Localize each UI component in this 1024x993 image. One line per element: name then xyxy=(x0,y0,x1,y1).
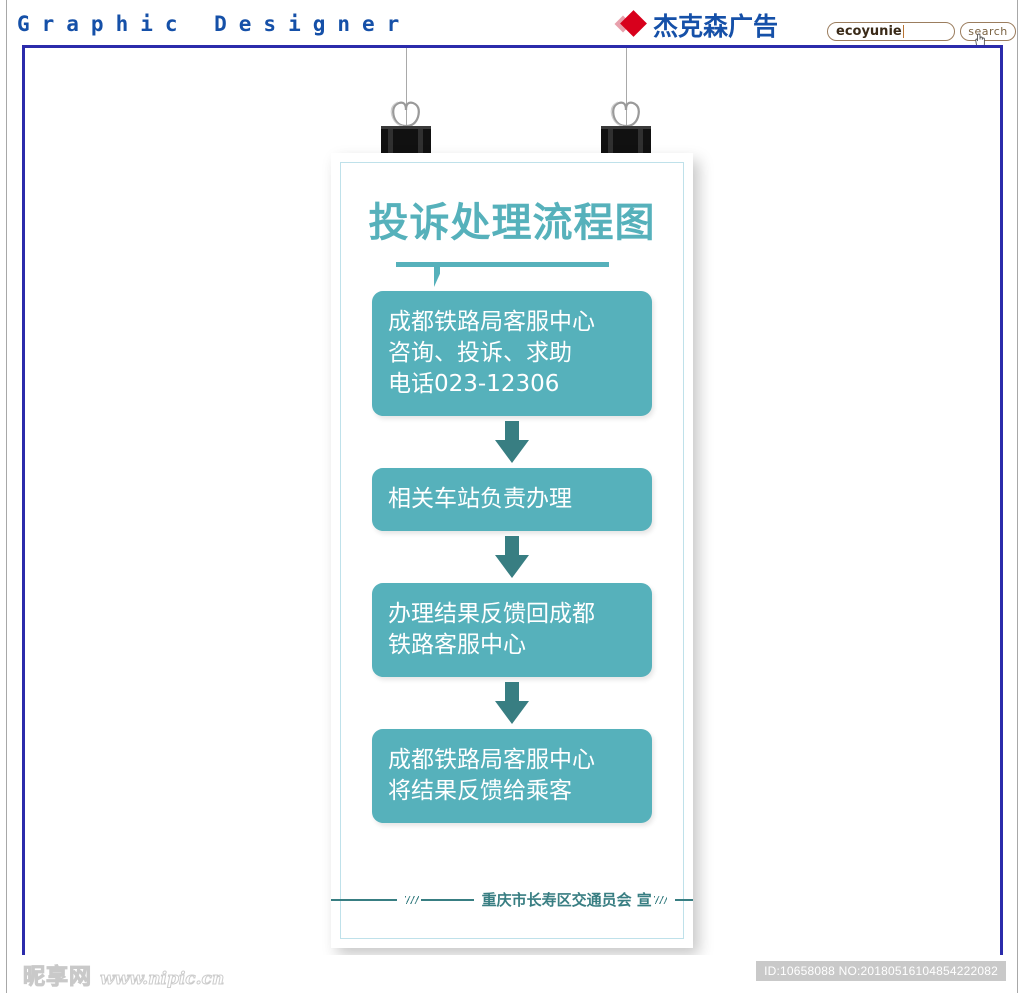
asset-id-text: ID:10658088 NO:20180516104854222082 xyxy=(764,964,998,978)
asset-id-badge: ID:10658088 NO:20180516104854222082 xyxy=(756,961,1006,981)
footer-hatch-right xyxy=(653,895,668,904)
arrow-down-icon xyxy=(495,421,529,463)
flow-step-line: 相关车站负责办理 xyxy=(388,486,572,512)
poster-title: 投诉处理流程图 xyxy=(368,200,656,246)
page-root: Graphic Designer 杰克森广告 ecoyunie search 投… xyxy=(0,0,1024,993)
flow-step-1: 成都铁路局客服中心 咨询、投诉、求助 电话023-12306 xyxy=(372,291,652,416)
flow-step-line: 将结果反馈给乘客 xyxy=(388,778,572,804)
footer-rule-left-2 xyxy=(420,898,474,901)
footer-hatch-left xyxy=(405,895,419,904)
search-button[interactable]: search xyxy=(960,22,1016,41)
site-header: Graphic Designer 杰克森广告 ecoyunie search xyxy=(7,0,1017,49)
watermark-brand: 昵享网 xyxy=(22,965,93,991)
page-gutter-left xyxy=(0,0,7,993)
flow-arrow-3 xyxy=(331,677,693,729)
flow-arrow-1 xyxy=(331,416,693,468)
artwork-canvas: 投诉处理流程图 成都铁路局客服中心 咨询、投诉、求助 电话023-12306 相… xyxy=(22,45,1003,970)
search-input-value: ecoyunie xyxy=(836,23,902,39)
arrow-down-icon xyxy=(495,682,529,724)
flow-step-4: 成都铁路局客服中心 将结果反馈给乘客 xyxy=(372,729,652,823)
poster: 投诉处理流程图 成都铁路局客服中心 咨询、投诉、求助 电话023-12306 相… xyxy=(331,153,693,948)
poster-footer: 重庆市长寿区交通员会 宣 xyxy=(331,889,693,910)
flow-step-line: 咨询、投诉、求助 xyxy=(388,340,572,366)
company-logo-text: 杰克森广告 xyxy=(653,12,779,41)
title-underline xyxy=(396,262,609,267)
search-input[interactable]: ecoyunie xyxy=(827,22,955,41)
flow-step-line: 电话023-12306 xyxy=(388,371,560,397)
flowchart: 成都铁路局客服中心 咨询、投诉、求助 电话023-12306 相关车站负责办理 xyxy=(331,291,693,823)
red-diamond-icon xyxy=(614,10,649,40)
site-footer: 昵享网 www.nipic.cn ID:10658088 NO:20180516… xyxy=(7,955,1017,993)
poster-footer-text: 重庆市长寿区交通员会 宣 xyxy=(481,891,652,909)
page-gutter-right xyxy=(1017,0,1024,993)
title-bubble-tail-notch xyxy=(440,267,447,282)
flow-step-3: 办理结果反馈回成都 铁路客服中心 xyxy=(372,583,652,677)
watermark: 昵享网 www.nipic.cn xyxy=(22,959,225,991)
flow-arrow-2 xyxy=(331,531,693,583)
footer-rule-left xyxy=(331,898,398,901)
poster-title-block: 投诉处理流程图 xyxy=(331,200,693,287)
arrow-down-icon xyxy=(495,536,529,578)
company-logo[interactable]: 杰克森广告 xyxy=(614,8,779,42)
site-title: Graphic Designer xyxy=(17,12,412,36)
footer-rule-right xyxy=(675,898,693,901)
flow-step-line: 办理结果反馈回成都 xyxy=(388,601,595,627)
flow-step-2: 相关车站负责办理 xyxy=(372,468,652,531)
watermark-url: www.nipic.cn xyxy=(100,969,225,990)
flow-step-line: 成都铁路局客服中心 xyxy=(388,747,595,773)
flow-step-line: 铁路客服中心 xyxy=(388,632,526,658)
flow-step-line: 成都铁路局客服中心 xyxy=(388,309,595,335)
text-caret xyxy=(902,25,904,38)
